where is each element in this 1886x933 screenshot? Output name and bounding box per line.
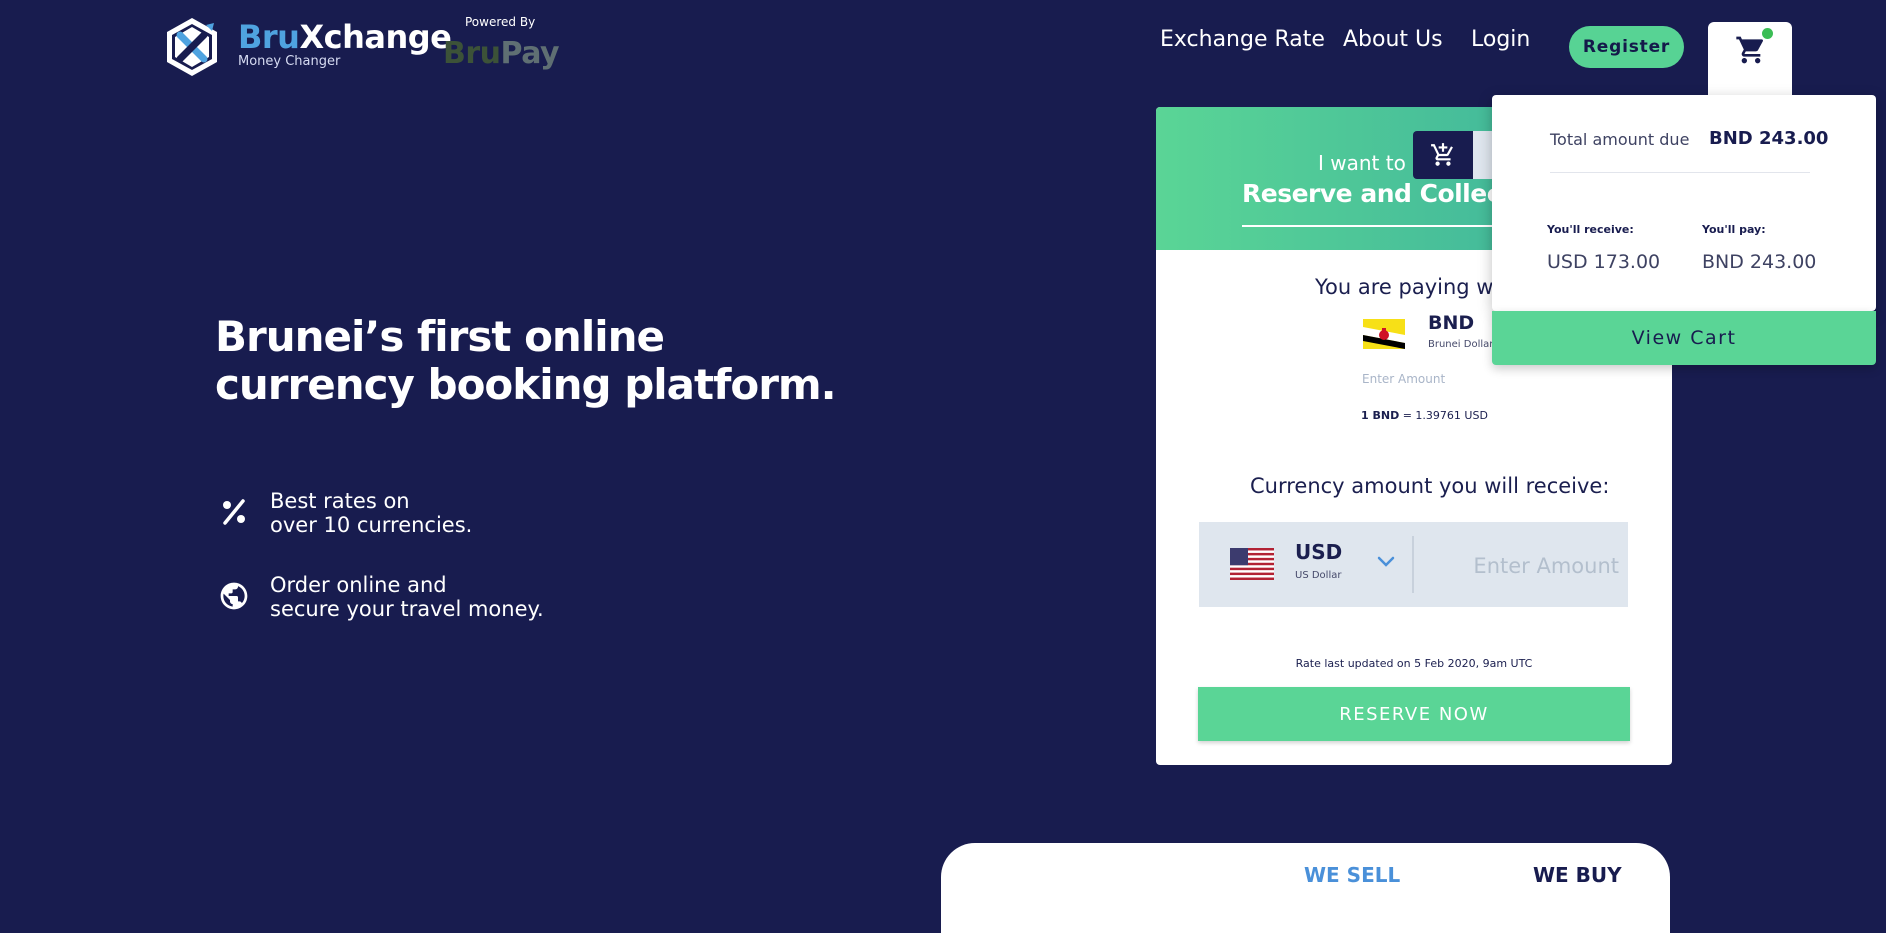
powered-by-label: Powered By: [465, 15, 536, 29]
feature-best-rates-line2: over 10 currencies.: [270, 513, 473, 537]
receive-currency-box: USD US Dollar: [1199, 522, 1628, 607]
pay-currency-name: Brunei Dollar: [1428, 339, 1494, 350]
cart-notification-dot: [1762, 28, 1773, 39]
brupay-part1: Bru: [443, 36, 501, 71]
pay-currency-code: BND: [1428, 312, 1475, 334]
receive-amount-input[interactable]: [1429, 544, 1619, 588]
pay-amount-input[interactable]: [1362, 367, 1582, 391]
percent-icon: [218, 496, 250, 528]
total-amount-label: Total amount due: [1550, 130, 1690, 149]
brunei-flag-icon: [1363, 319, 1405, 349]
tab-we-buy[interactable]: WE BUY: [1533, 863, 1622, 887]
feature-best-rates-line1: Best rates on: [270, 489, 410, 513]
brand-name-part2: Xchange: [299, 18, 452, 56]
register-button[interactable]: Register: [1569, 26, 1684, 68]
cart-button[interactable]: [1708, 22, 1792, 100]
cart-add-icon: [1431, 143, 1453, 166]
rates-tabs-card: WE SELL WE BUY: [941, 843, 1670, 933]
rate-prefix: 1 BND: [1361, 409, 1400, 422]
view-cart-button[interactable]: View Cart: [1492, 311, 1876, 365]
brand-tagline: Money Changer: [238, 54, 341, 69]
brand-name-part1: Bru: [238, 18, 300, 56]
bruxchange-logo-icon[interactable]: [160, 15, 224, 79]
total-amount-value: BND 243.00: [1709, 128, 1829, 149]
reserve-mode-button[interactable]: [1413, 131, 1473, 179]
hero-title: Brunei’s first online currency booking p…: [215, 312, 837, 409]
brand-name[interactable]: BruXchange: [238, 18, 452, 56]
receive-box-divider: [1412, 536, 1414, 593]
us-flag-icon: [1230, 548, 1274, 580]
paying-with-label: You are paying wit: [1315, 275, 1508, 299]
i-want-to-label: I want to: [1318, 151, 1406, 175]
globe-icon: [218, 580, 250, 612]
feature-order-online-line2: secure your travel money.: [270, 597, 544, 621]
chevron-down-icon[interactable]: [1376, 554, 1396, 573]
you-pay-value: BND 243.00: [1702, 251, 1817, 273]
receive-label: Currency amount you will receive:: [1250, 474, 1610, 498]
receive-currency-code: USD: [1295, 540, 1343, 564]
cart-icon: [1736, 36, 1764, 64]
feature-best-rates: Best rates on over 10 currencies.: [270, 489, 472, 537]
feature-order-online-line1: Order online and: [270, 573, 447, 597]
cart-popup: Total amount due BND 243.00 You'll recei…: [1492, 95, 1876, 311]
tab-we-sell[interactable]: WE SELL: [1304, 863, 1400, 887]
nav-about-us[interactable]: About Us: [1343, 27, 1443, 52]
cart-popup-divider: [1550, 172, 1810, 173]
hero-title-line1: Brunei’s first online: [215, 312, 665, 361]
rate-updated-text: Rate last updated on 5 Feb 2020, 9am UTC: [1295, 657, 1533, 670]
exchange-rate-line: 1 BND = 1.39761 USD: [1361, 409, 1488, 422]
feature-order-online: Order online and secure your travel mone…: [270, 573, 544, 621]
receive-currency-name: US Dollar: [1295, 570, 1342, 581]
brupay-logo: BruPay: [443, 36, 560, 71]
hero-title-line2: currency booking platform.: [215, 360, 837, 409]
you-pay-label: You'll pay:: [1702, 223, 1766, 236]
you-receive-value: USD 173.00: [1547, 251, 1661, 273]
nav-exchange-rate[interactable]: Exchange Rate: [1160, 27, 1325, 52]
rate-value: = 1.39761 USD: [1399, 409, 1488, 422]
reserve-now-button[interactable]: RESERVE NOW: [1198, 687, 1630, 741]
nav-login[interactable]: Login: [1471, 27, 1530, 52]
you-receive-label: You'll receive:: [1547, 223, 1634, 236]
brupay-part2: Pay: [500, 36, 560, 71]
